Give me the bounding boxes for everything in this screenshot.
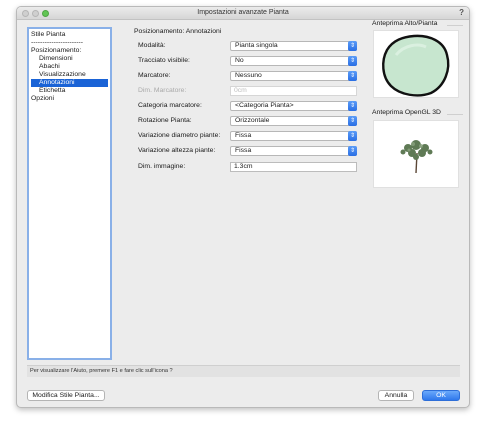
- section-title: Posizionamento: Annotazioni: [134, 28, 222, 35]
- categoria-marcatore-label: Categoria marcatore:: [138, 102, 202, 109]
- categoria-marcatore-value: <Categoria Pianta>: [235, 102, 294, 109]
- preview-top-panel: [373, 30, 459, 98]
- variazione-diametro-select[interactable]: Fissa ⇕: [230, 131, 357, 141]
- preview-opengl-divider: [447, 114, 463, 115]
- variazione-diametro-value: Fissa: [235, 132, 252, 139]
- marcatore-value: Nessuno: [235, 72, 262, 79]
- variazione-diametro-label: Variazione diametro piante:: [138, 132, 221, 139]
- plant-3d-image: [400, 140, 433, 174]
- rotazione-pianta-value: Orizzontale: [235, 117, 270, 124]
- ok-button[interactable]: OK: [422, 390, 460, 401]
- chevron-updown-icon: ⇕: [348, 116, 357, 126]
- modify-plant-style-button[interactable]: Modifica Stile Pianta...: [27, 390, 105, 401]
- rotazione-pianta-select[interactable]: Orizzontale ⇕: [230, 116, 357, 126]
- modalita-select[interactable]: Pianta singola ⇕: [230, 41, 357, 51]
- sidebar-item-stile-pianta[interactable]: Stile Pianta: [31, 31, 108, 39]
- preview-top-divider: [447, 25, 463, 26]
- window-title: Impostazioni avanzate Pianta: [197, 9, 289, 16]
- marcatore-select[interactable]: Nessuno ⇕: [230, 71, 357, 81]
- rotazione-pianta-label: Rotazione Pianta:: [138, 117, 192, 124]
- chevron-updown-icon: ⇕: [348, 41, 357, 51]
- dim-marcatore-field: 0cm: [230, 86, 357, 96]
- chevron-updown-icon: ⇕: [348, 71, 357, 81]
- plant-top-view-image: [382, 34, 450, 97]
- sidebar-item-opzioni[interactable]: Opzioni: [31, 95, 108, 103]
- dim-marcatore-label: Dim. Marcatore:: [138, 87, 187, 94]
- chevron-updown-icon: ⇕: [348, 56, 357, 66]
- chevron-updown-icon: ⇕: [348, 101, 357, 111]
- sidebar-item-posizionamento[interactable]: Posizionamento:: [31, 47, 108, 55]
- sidebar-separator: -----------------------: [31, 39, 84, 46]
- cancel-button[interactable]: Annulla: [378, 390, 414, 401]
- marcatore-label: Marcatore:: [138, 72, 171, 79]
- chevron-updown-icon: ⇕: [348, 146, 357, 156]
- sidebar-item-visualizzazione[interactable]: Visualizzazione: [31, 71, 108, 79]
- sidebar-list[interactable]: Stile Pianta ----------------------- Pos…: [27, 27, 112, 360]
- dialog-window: Impostazioni avanzate Pianta ? Stile Pia…: [16, 6, 470, 408]
- sidebar-item-annotazioni[interactable]: Annotazioni: [31, 79, 108, 87]
- variazione-altezza-value: Fissa: [235, 147, 252, 154]
- categoria-marcatore-select[interactable]: <Categoria Pianta> ⇕: [230, 101, 357, 111]
- preview-top-title: Anteprima Alto/Pianta: [372, 20, 438, 27]
- help-status-bar: Per visualizzare l'Aiuto, premere F1 e f…: [27, 365, 460, 377]
- tracciato-visibile-value: No: [235, 57, 244, 64]
- sidebar-item-abachi[interactable]: Abachi: [31, 63, 108, 71]
- variazione-altezza-select[interactable]: Fissa ⇕: [230, 146, 357, 156]
- dim-immagine-label: Dim. immagine:: [138, 163, 186, 170]
- sidebar-item-dimensioni[interactable]: Dimensioni: [31, 55, 108, 63]
- help-icon[interactable]: ?: [459, 8, 464, 17]
- tracciato-visibile-select[interactable]: No ⇕: [230, 56, 357, 66]
- variazione-altezza-label: Variazione altezza piante:: [138, 147, 216, 154]
- preview-opengl-title: Anteprima OpenGL 3D: [372, 109, 441, 116]
- chevron-updown-icon: ⇕: [348, 131, 357, 141]
- sidebar-item-etichetta[interactable]: Etichetta: [31, 87, 108, 95]
- dim-immagine-field[interactable]: 1.3cm: [230, 162, 357, 172]
- modalita-value: Pianta singola: [235, 42, 278, 49]
- tracciato-visibile-label: Tracciato visibile:: [138, 57, 190, 64]
- preview-opengl-panel: [373, 120, 459, 188]
- title-bar: Impostazioni avanzate Pianta ?: [17, 7, 469, 20]
- modalita-label: Modalità:: [138, 42, 166, 49]
